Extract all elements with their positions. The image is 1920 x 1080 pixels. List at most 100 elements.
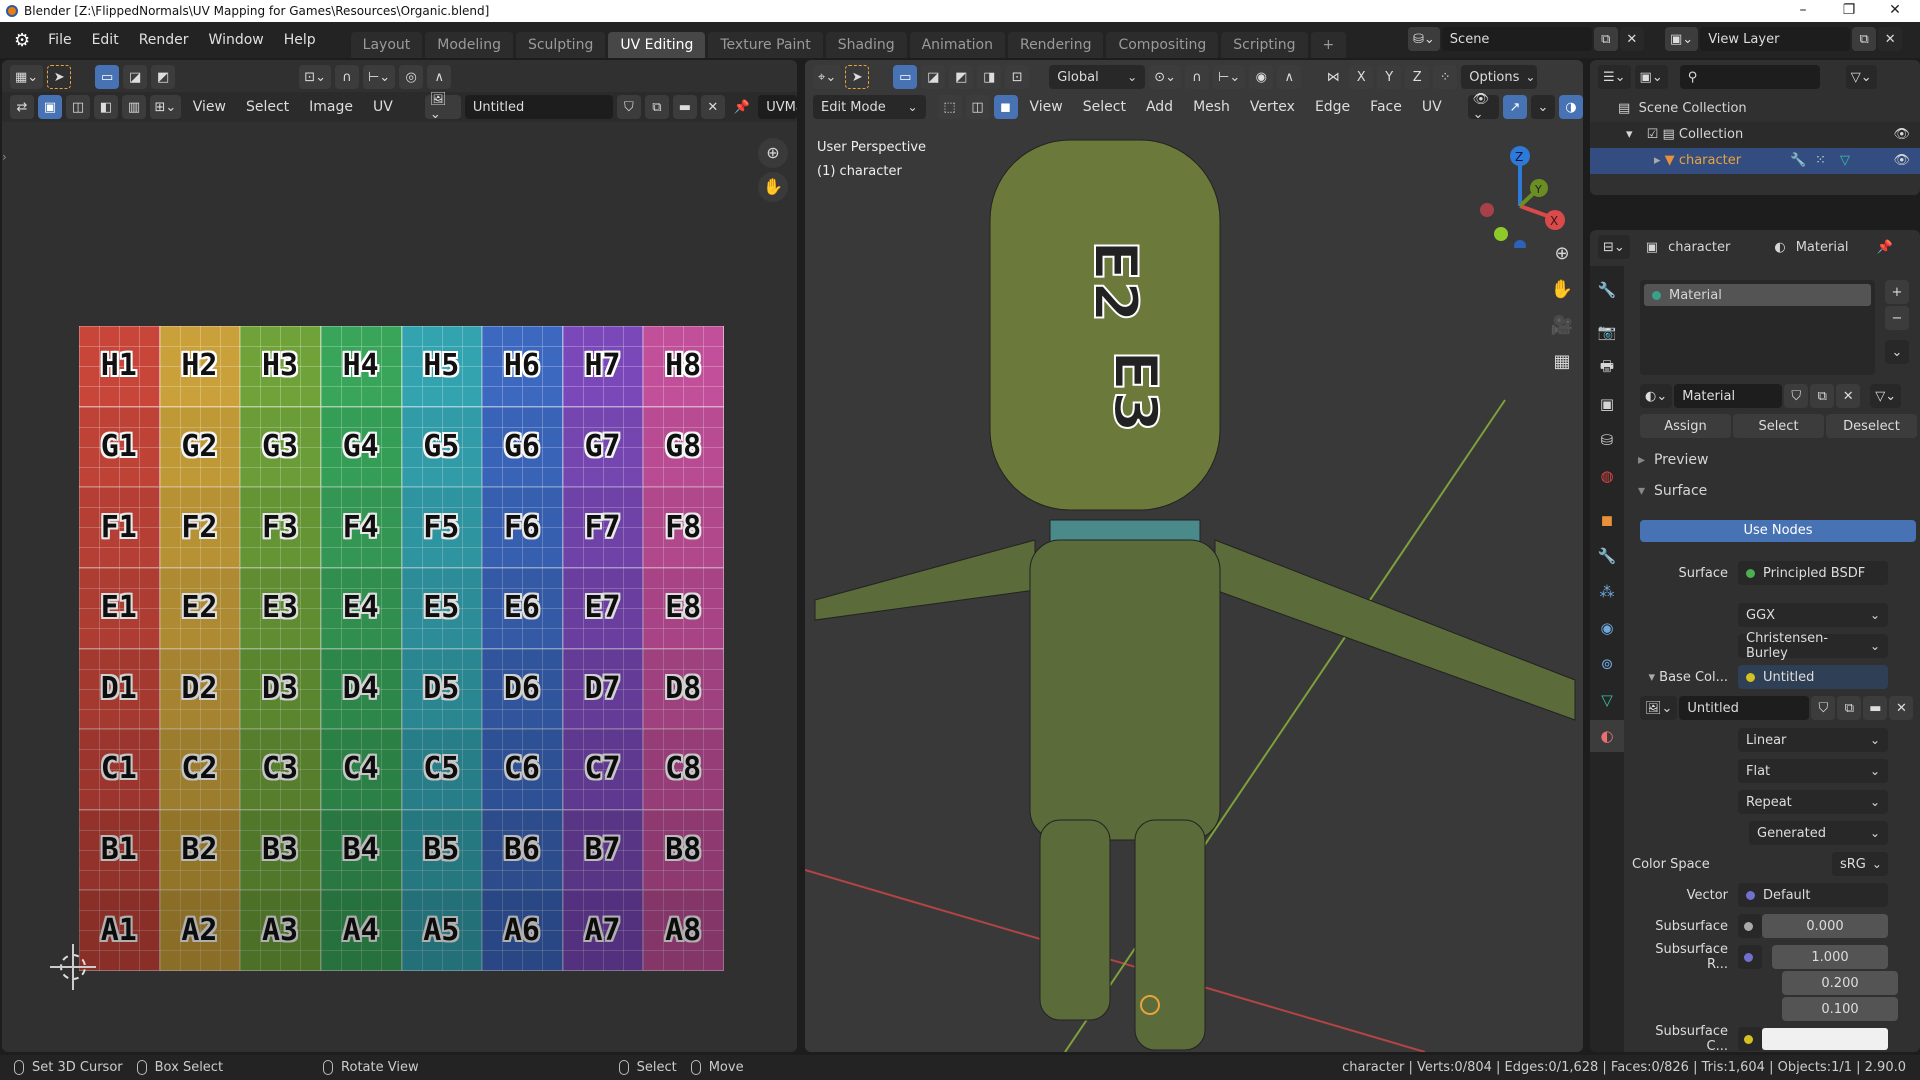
tab-view-layer[interactable]: ▣ [1590, 388, 1624, 420]
menu-image[interactable]: Image [301, 99, 361, 115]
link-type-icon[interactable]: ▽⌄ [1870, 384, 1902, 408]
expand-arrow-icon[interactable]: ▾ [1626, 127, 1633, 142]
gizmo-dropdown[interactable]: ⌄ [1531, 95, 1555, 119]
subsurface-value-field[interactable]: 0.000 [1762, 914, 1888, 938]
extension-dropdown[interactable]: Repeat [1738, 790, 1888, 814]
falloff-icon[interactable]: ∧ [427, 65, 452, 89]
tab-particles[interactable]: ⁂ [1590, 576, 1624, 608]
menu-edge[interactable]: Edge [1307, 99, 1358, 115]
image-name-field[interactable]: Untitled [464, 95, 613, 119]
visibility-eye-icon[interactable]: 👁 [1893, 148, 1910, 174]
select-mode-extend-icon[interactable]: ◪ [123, 65, 148, 89]
menu-uv[interactable]: UV [365, 99, 401, 115]
menu-help[interactable]: Help [274, 32, 326, 48]
proportional-edit-icon[interactable]: ◉ [1249, 65, 1274, 89]
uv-map-field[interactable]: UVMa [758, 95, 797, 119]
tab-world[interactable]: ◍ [1590, 460, 1624, 492]
outliner-search-input[interactable]: ⚲ [1679, 65, 1820, 89]
tab-sculpting[interactable]: Sculpting [515, 32, 606, 58]
camera-view-icon[interactable]: 🎥 [1547, 308, 1577, 344]
sync-selection-icon[interactable]: ⇄ [10, 95, 34, 119]
tab-mesh-data[interactable]: ▽ [1590, 684, 1624, 716]
perspective-toggle-icon[interactable]: ▦ [1547, 344, 1577, 380]
visibility-eye-icon[interactable]: 👁 [1893, 122, 1910, 148]
snap-icon[interactable]: ∩ [334, 65, 359, 89]
subsurface-socket[interactable] [1738, 914, 1762, 938]
subsurface-radius-y[interactable]: 0.200 [1782, 971, 1898, 995]
zoom-icon[interactable]: ⊕ [1547, 236, 1577, 272]
blender-menu-icon[interactable]: ⚙ [14, 30, 30, 51]
surface-shader-field[interactable]: Principled BSDF [1738, 561, 1888, 585]
subsurface-method-dropdown[interactable]: Christensen-Burley [1738, 631, 1888, 661]
add-workspace-button[interactable]: + [1310, 32, 1347, 58]
snap-target-icon[interactable]: ⊢⌄ [1213, 65, 1246, 89]
menu-render[interactable]: Render [129, 32, 199, 48]
delete-view-layer-button[interactable]: ✕ [1878, 27, 1903, 51]
select-mode-subtract-icon[interactable]: ◩ [151, 65, 176, 89]
image-browse-icon[interactable]: 🖼⌄ [1640, 696, 1678, 720]
source-dropdown[interactable]: Generated [1749, 821, 1888, 845]
3d-viewport[interactable]: E2 E3 ⌖⌄ ➤ ▭ ◪ ◩ ◨ ⊡ Global ⊙⌄ ∩ ⊢⌄ ◉ ∧ … [805, 60, 1583, 1052]
menu-mesh[interactable]: Mesh [1185, 99, 1238, 115]
pan-hand-icon[interactable]: ✋ [1547, 272, 1577, 308]
tab-tool[interactable]: 🔧 [1590, 274, 1624, 306]
select-mode-new-icon[interactable]: ▭ [95, 65, 120, 89]
tab-render[interactable]: 📷 [1590, 316, 1624, 348]
snap-icon[interactable]: ∩ [1185, 65, 1210, 89]
color-space-dropdown[interactable]: sRG [1832, 852, 1888, 876]
vertex-select-mode-icon[interactable]: ⬚ [937, 95, 962, 119]
new-scene-button[interactable]: ⧉ [1593, 27, 1618, 51]
checkbox-icon[interactable]: ☑ [1647, 127, 1659, 142]
select-tool-icon[interactable]: ➤ [845, 65, 870, 89]
toolbar-expand-arrow[interactable]: › [2, 150, 7, 164]
select-mode-intersect-icon[interactable]: ⊡ [1005, 65, 1030, 89]
mirror-z-toggle[interactable]: Z [1405, 65, 1430, 89]
tab-modifiers[interactable]: 🔧 [1590, 540, 1624, 572]
filter-icon[interactable]: ▽⌄ [1845, 65, 1877, 89]
tab-compositing[interactable]: Compositing [1106, 32, 1219, 58]
menu-select[interactable]: Select [1075, 99, 1134, 115]
outliner-item-scene-collection[interactable]: ▤ Scene Collection [1618, 96, 1747, 122]
proportional-edit-icon[interactable]: ◎ [399, 65, 424, 89]
fake-user-icon[interactable]: ⛉ [1811, 696, 1836, 720]
select-mode-subtract-icon[interactable]: ◩ [949, 65, 974, 89]
unlink-image-icon[interactable]: ✕ [700, 95, 725, 119]
subsurface-radius-z[interactable]: 0.100 [1782, 997, 1898, 1021]
fake-user-icon[interactable]: ⛉ [616, 95, 641, 119]
mesh-data-icon[interactable]: ▽ [1840, 148, 1850, 174]
2d-cursor-icon[interactable] [50, 944, 96, 990]
maximize-button[interactable]: ❐ [1826, 0, 1872, 22]
overlay-toggle-icon[interactable]: ◑ [1559, 95, 1583, 119]
menu-select[interactable]: Select [238, 99, 297, 115]
vertex-select-icon[interactable]: ▣ [38, 95, 62, 119]
duplicate-material-icon[interactable]: ⧉ [1810, 384, 1835, 408]
scene-name-field[interactable]: Scene [1441, 27, 1592, 51]
face-select-icon[interactable]: ◧ [94, 95, 118, 119]
image-name-field[interactable]: Untitled [1679, 696, 1810, 720]
editor-type-button[interactable]: ⊟⌄ [1598, 235, 1630, 259]
projection-dropdown[interactable]: Flat [1738, 759, 1888, 783]
modifier-wrench-icon[interactable]: 🔧 [1790, 148, 1806, 174]
tab-output[interactable]: 🖶 [1590, 352, 1624, 384]
tab-texture-paint[interactable]: Texture Paint [708, 32, 823, 58]
fake-user-icon[interactable]: ⛉ [1784, 384, 1809, 408]
distribution-dropdown[interactable]: GGX [1738, 603, 1888, 627]
select-button[interactable]: Select [1733, 414, 1824, 438]
material-browse-icon[interactable]: ◐⌄ [1640, 384, 1673, 408]
tab-rendering[interactable]: Rendering [1007, 32, 1104, 58]
view-layer-icon[interactable]: ▣⌄ [1665, 27, 1699, 51]
assign-button[interactable]: Assign [1640, 414, 1731, 438]
tab-layout[interactable]: Layout [350, 32, 423, 58]
menu-add[interactable]: Add [1138, 99, 1181, 115]
subsurface-radius-socket[interactable] [1738, 945, 1762, 969]
menu-uv[interactable]: UV [1414, 99, 1450, 115]
display-mode-icon[interactable]: ☰⌄ [1598, 65, 1631, 89]
select-tool-icon[interactable]: ➤ [47, 65, 72, 89]
menu-window[interactable]: Window [199, 32, 274, 48]
pin-icon[interactable]: 📌 [729, 95, 754, 119]
menu-face[interactable]: Face [1362, 99, 1410, 115]
mode-dropdown[interactable]: Edit Mode [813, 95, 926, 119]
menu-view[interactable]: View [185, 99, 234, 115]
tab-modeling[interactable]: Modeling [425, 32, 513, 58]
tab-scripting[interactable]: Scripting [1221, 32, 1308, 58]
